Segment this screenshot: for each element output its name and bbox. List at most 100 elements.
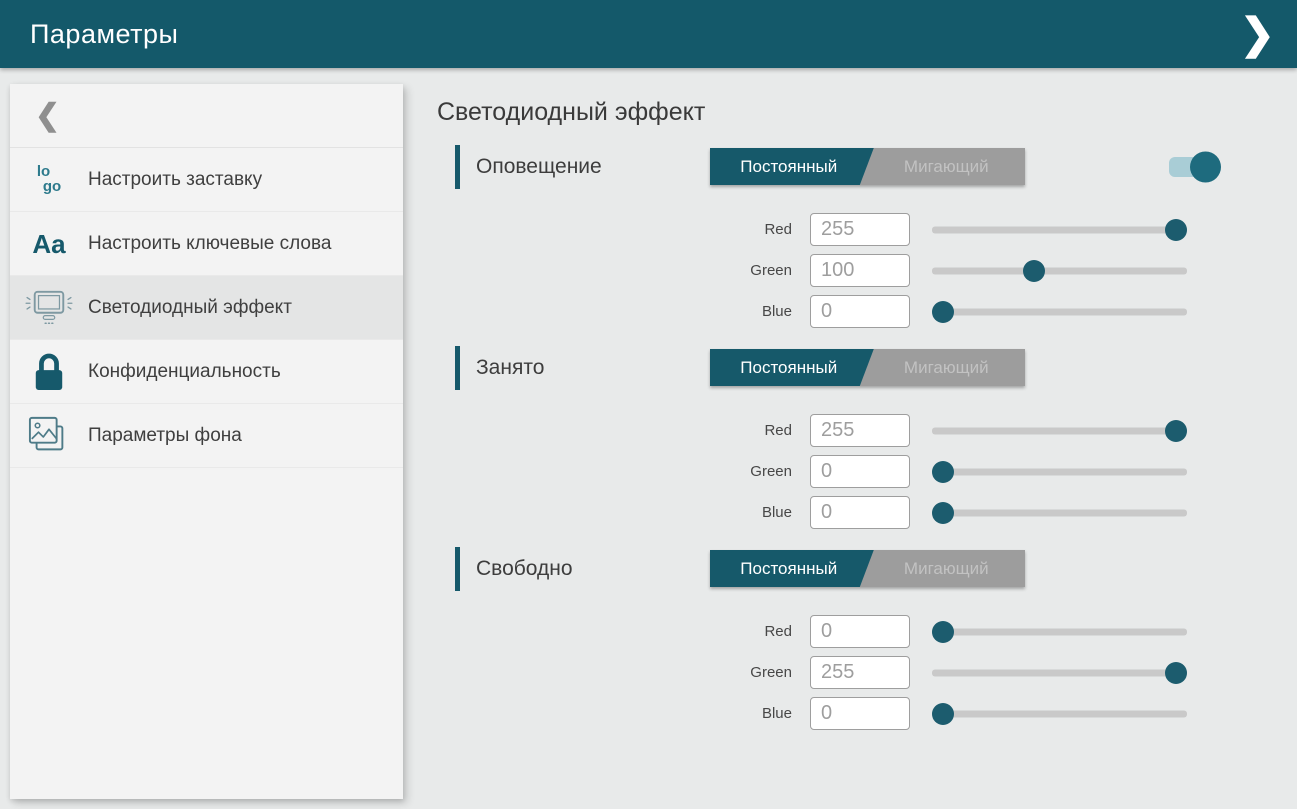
- red-slider[interactable]: [932, 218, 1187, 242]
- background-images-icon: [10, 415, 88, 457]
- slider-thumb[interactable]: [932, 703, 954, 725]
- slider-thumb[interactable]: [1165, 420, 1187, 442]
- sidebar-item-background[interactable]: Параметры фона: [10, 404, 403, 468]
- slider-track: [932, 267, 1187, 274]
- slider-thumb[interactable]: [932, 301, 954, 323]
- sidebar-item-keywords[interactable]: Aa Настроить ключевые слова: [10, 212, 403, 276]
- mode-toggle[interactable]: Постоянный Мигающий: [710, 550, 1025, 587]
- slider-thumb[interactable]: [932, 502, 954, 524]
- section-accent-bar: [455, 346, 460, 390]
- green-slider[interactable]: [932, 661, 1187, 685]
- slider-track: [932, 628, 1187, 635]
- red-row: Red: [710, 213, 1187, 246]
- red-label: Red: [710, 422, 792, 439]
- page-title: Параметры: [30, 19, 178, 50]
- green-input[interactable]: [810, 455, 910, 488]
- green-row: Green: [710, 455, 1187, 488]
- green-label: Green: [710, 463, 792, 480]
- section-title: Свободно: [476, 557, 573, 581]
- sidebar-item-led-effect[interactable]: Светодиодный эффект: [10, 276, 403, 340]
- red-slider[interactable]: [932, 620, 1187, 644]
- main-title: Светодиодный эффект: [437, 98, 1227, 127]
- keywords-icon: Aa: [10, 231, 88, 257]
- section-header: Свободно Постоянный Мигающий: [437, 547, 1227, 591]
- sidebar-item-splash-screen[interactable]: logo Настроить заставку: [10, 148, 403, 212]
- lock-icon: [10, 351, 88, 393]
- green-label: Green: [710, 664, 792, 681]
- section-title: Занято: [476, 356, 544, 380]
- sidebar-item-privacy[interactable]: Конфиденциальность: [10, 340, 403, 404]
- red-label: Red: [710, 221, 792, 238]
- sidebar-back-row[interactable]: ❮: [10, 84, 403, 148]
- section-accent-bar: [455, 547, 460, 591]
- mode-option-blinking[interactable]: Мигающий: [868, 550, 1026, 587]
- slider-track: [932, 427, 1187, 434]
- slider-track: [932, 509, 1187, 516]
- mode-option-constant[interactable]: Постоянный: [710, 550, 868, 587]
- mode-option-blinking[interactable]: Мигающий: [868, 148, 1026, 185]
- section-header: Занято Постоянный Мигающий: [437, 346, 1227, 390]
- slider-thumb[interactable]: [1165, 219, 1187, 241]
- section-title: Оповещение: [476, 155, 602, 179]
- blue-label: Blue: [710, 705, 792, 722]
- red-input[interactable]: [810, 213, 910, 246]
- red-input[interactable]: [810, 414, 910, 447]
- sidebar-item-label: Параметры фона: [88, 423, 248, 449]
- blue-slider[interactable]: [932, 702, 1187, 726]
- mode-toggle[interactable]: Постоянный Мигающий: [710, 148, 1025, 185]
- slider-track: [932, 669, 1187, 676]
- green-slider[interactable]: [932, 259, 1187, 283]
- rgb-rows: Red Green Blue: [710, 213, 1187, 328]
- sidebar-item-label: Конфиденциальность: [88, 359, 287, 385]
- blue-slider[interactable]: [932, 300, 1187, 324]
- red-input[interactable]: [810, 615, 910, 648]
- notification-enabled-switch[interactable]: [1169, 157, 1213, 177]
- switch-knob: [1190, 152, 1221, 183]
- mode-option-blinking[interactable]: Мигающий: [868, 349, 1026, 386]
- logo-icon: logo: [10, 165, 88, 194]
- mode-toggle[interactable]: Постоянный Мигающий: [710, 349, 1025, 386]
- slider-thumb[interactable]: [932, 461, 954, 483]
- monitor-icon: [10, 288, 88, 328]
- slider-track: [932, 710, 1187, 717]
- red-label: Red: [710, 623, 792, 640]
- settings-sidebar: ❮ logo Настроить заставку Aa Настроить к…: [10, 84, 403, 799]
- blue-label: Blue: [710, 504, 792, 521]
- section-accent-bar: [455, 145, 460, 189]
- rgb-rows: Red Green Blue: [710, 414, 1187, 529]
- app-header: Параметры ❯: [0, 0, 1297, 68]
- blue-row: Blue: [710, 295, 1187, 328]
- slider-track: [932, 308, 1187, 315]
- sidebar-item-label: Настроить заставку: [88, 167, 268, 193]
- forward-chevron-icon[interactable]: ❯: [1240, 13, 1275, 55]
- led-section-notification: Оповещение Постоянный Мигающий Red: [437, 145, 1227, 328]
- blue-input[interactable]: [810, 295, 910, 328]
- red-slider[interactable]: [932, 419, 1187, 443]
- mode-option-constant[interactable]: Постоянный: [710, 148, 868, 185]
- blue-row: Blue: [710, 496, 1187, 529]
- blue-input[interactable]: [810, 496, 910, 529]
- green-label: Green: [710, 262, 792, 279]
- led-section-free: Свободно Постоянный Мигающий Red Green: [437, 547, 1227, 730]
- green-input[interactable]: [810, 254, 910, 287]
- mode-option-constant[interactable]: Постоянный: [710, 349, 868, 386]
- led-section-busy: Занято Постоянный Мигающий Red Green: [437, 346, 1227, 529]
- red-row: Red: [710, 615, 1187, 648]
- slider-thumb[interactable]: [1023, 260, 1045, 282]
- blue-slider[interactable]: [932, 501, 1187, 525]
- slider-track: [932, 226, 1187, 233]
- green-slider[interactable]: [932, 460, 1187, 484]
- green-row: Green: [710, 656, 1187, 689]
- blue-label: Blue: [710, 303, 792, 320]
- rgb-rows: Red Green Blue: [710, 615, 1187, 730]
- back-chevron-icon[interactable]: ❮: [35, 101, 60, 131]
- green-input[interactable]: [810, 656, 910, 689]
- slider-thumb[interactable]: [1165, 662, 1187, 684]
- red-row: Red: [710, 414, 1187, 447]
- sidebar-item-label: Светодиодный эффект: [88, 295, 298, 321]
- slider-thumb[interactable]: [932, 621, 954, 643]
- main-content: Светодиодный эффект Оповещение Постоянны…: [437, 84, 1227, 738]
- blue-row: Blue: [710, 697, 1187, 730]
- sidebar-item-label: Настроить ключевые слова: [88, 231, 337, 257]
- blue-input[interactable]: [810, 697, 910, 730]
